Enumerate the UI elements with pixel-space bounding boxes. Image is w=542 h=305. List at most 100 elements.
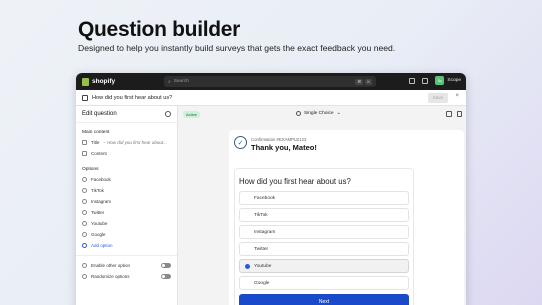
option-label: Facebook: [91, 177, 111, 182]
option-label: Instagram: [91, 199, 112, 204]
close-icon[interactable]: ×: [455, 93, 459, 99]
sidebar-option[interactable]: Facebook: [76, 174, 177, 185]
question-panel: How did you first hear about us? Faceboo…: [234, 168, 414, 305]
survey-preview-card: ✓ Confirmation #EXAMPLE123 Thank you, Ma…: [229, 130, 464, 305]
store-avatar: Sc: [435, 76, 445, 85]
store-name: Scope: [447, 78, 461, 83]
option-label: Youtube: [91, 221, 108, 226]
content-icon: [82, 151, 87, 156]
answer-option[interactable]: Facebook: [239, 191, 409, 205]
hero-subtitle: Designed to help you instantly build sur…: [78, 43, 396, 53]
store-switcher[interactable]: Sc Scope: [435, 76, 461, 85]
topbar-actions: Sc Scope: [409, 76, 461, 85]
status-badge: Active: [183, 111, 200, 118]
gear-icon[interactable]: [165, 111, 171, 117]
add-option-button[interactable]: Add option: [76, 240, 177, 251]
radio-button-selected: [245, 263, 250, 269]
brand-name: shopify: [92, 78, 116, 85]
editor-title: How did you first hear about us?: [92, 94, 173, 101]
answer-option-label: Twitter: [254, 246, 269, 252]
app-window: shopify ⌕ Search ⌘ K Sc Scope How did yo…: [76, 73, 466, 305]
randomize-toggle[interactable]: [161, 274, 171, 279]
answer-option-selected[interactable]: Youtube: [239, 259, 409, 273]
question-text: How did you first hear about us?: [239, 177, 351, 186]
mobile-view-icon[interactable]: [457, 111, 462, 117]
option-drag-icon: [82, 177, 87, 182]
sidebar-item-title[interactable]: Title – How did you first hear about...: [76, 137, 177, 148]
option-drag-icon: [82, 210, 87, 215]
thank-you-heading: Thank you, Mateo!: [251, 143, 317, 152]
main-content-label: Main content: [82, 130, 110, 135]
app-grid-icon: [82, 94, 88, 101]
radio-button: [245, 247, 250, 252]
question-type-label: Single Choice: [304, 111, 334, 116]
answer-option[interactable]: TikTok: [239, 208, 409, 222]
sidebar-option[interactable]: TikTok: [76, 185, 177, 196]
answer-option[interactable]: Google: [239, 276, 409, 290]
radio-button: [245, 230, 250, 235]
option-label: Twitter: [91, 210, 105, 215]
sidebar-item-content[interactable]: Content: [76, 148, 177, 159]
shuffle-icon: [82, 274, 87, 279]
answer-option[interactable]: Instagram: [239, 225, 409, 239]
toggle-row-randomize: Randomize options: [76, 271, 177, 282]
search-shortcut: ⌘ K: [355, 78, 372, 85]
sidebar-option[interactable]: Twitter: [76, 207, 177, 218]
sidebar-option[interactable]: Google: [76, 229, 177, 240]
option-drag-icon: [82, 232, 87, 237]
notifications-bell-icon[interactable]: [422, 77, 429, 84]
radio-button: [245, 196, 250, 201]
content-item-label: Content: [91, 151, 107, 156]
sidebar-option[interactable]: Youtube: [76, 218, 177, 229]
preview-toolbar: Active Single Choice ⌄: [178, 106, 466, 123]
radio-button: [245, 213, 250, 218]
radio-button: [245, 281, 250, 286]
answer-option-label: Google: [254, 280, 270, 286]
search-input[interactable]: ⌕ Search ⌘ K: [164, 76, 376, 87]
question-type-select[interactable]: Single Choice ⌄: [296, 111, 341, 116]
edit-sidebar: Edit question Main content Title – How d…: [76, 106, 178, 305]
k-key: K: [365, 78, 372, 85]
option-label: Google: [91, 232, 106, 237]
answer-option-label: Youtube: [254, 263, 272, 269]
search-placeholder: Search: [173, 79, 189, 84]
toggle-label-wrap: Randomize options: [82, 274, 130, 279]
answer-option-label: TikTok: [254, 212, 268, 218]
answer-option-label: Facebook: [254, 195, 276, 201]
command-key: ⌘: [355, 78, 364, 85]
toggle-label: Enable other option: [91, 263, 131, 268]
toggle-label-wrap: Enable other option: [82, 263, 130, 268]
shopify-bag-icon: [82, 77, 89, 86]
checkmark-icon: ✓: [234, 136, 247, 149]
options-label: Options: [82, 167, 99, 172]
chevron-down-icon: ⌄: [336, 111, 341, 116]
toggle-row-other: Enable other option: [76, 260, 177, 271]
preview-area: Active Single Choice ⌄ ✓ Confirmation #E…: [178, 106, 466, 305]
next-button[interactable]: Next: [239, 294, 409, 305]
option-drag-icon: [82, 221, 87, 226]
shopify-logo[interactable]: shopify: [82, 77, 116, 86]
add-option-label: Add option: [91, 243, 113, 248]
title-item-value: – How did you first hear about...: [103, 140, 167, 145]
sidebar-heading: Edit question: [82, 111, 117, 117]
title-item-label: Title: [91, 140, 100, 145]
toggle-label: Randomize options: [91, 274, 130, 279]
hero-title: Question builder: [78, 18, 241, 41]
enable-other-toggle[interactable]: [161, 263, 171, 268]
sidebar-header: Edit question: [76, 106, 177, 123]
radio-type-icon: [296, 111, 301, 116]
desktop-view-icon[interactable]: [446, 111, 452, 117]
confirmation-number: Confirmation #EXAMPLE123: [251, 137, 307, 142]
sidebar-option[interactable]: Instagram: [76, 196, 177, 207]
editor-header: How did you first hear about us? Save ×: [76, 90, 466, 106]
option-drag-icon: [82, 188, 87, 193]
sidekick-icon[interactable]: [409, 77, 416, 84]
divider: [76, 255, 177, 256]
plus-circle-icon: [82, 243, 87, 248]
answer-option[interactable]: Twitter: [239, 242, 409, 256]
answer-option-label: Instagram: [254, 229, 276, 235]
option-drag-icon: [82, 199, 87, 204]
other-option-icon: [82, 263, 87, 268]
option-label: TikTok: [91, 188, 104, 193]
save-button[interactable]: Save: [427, 93, 448, 103]
